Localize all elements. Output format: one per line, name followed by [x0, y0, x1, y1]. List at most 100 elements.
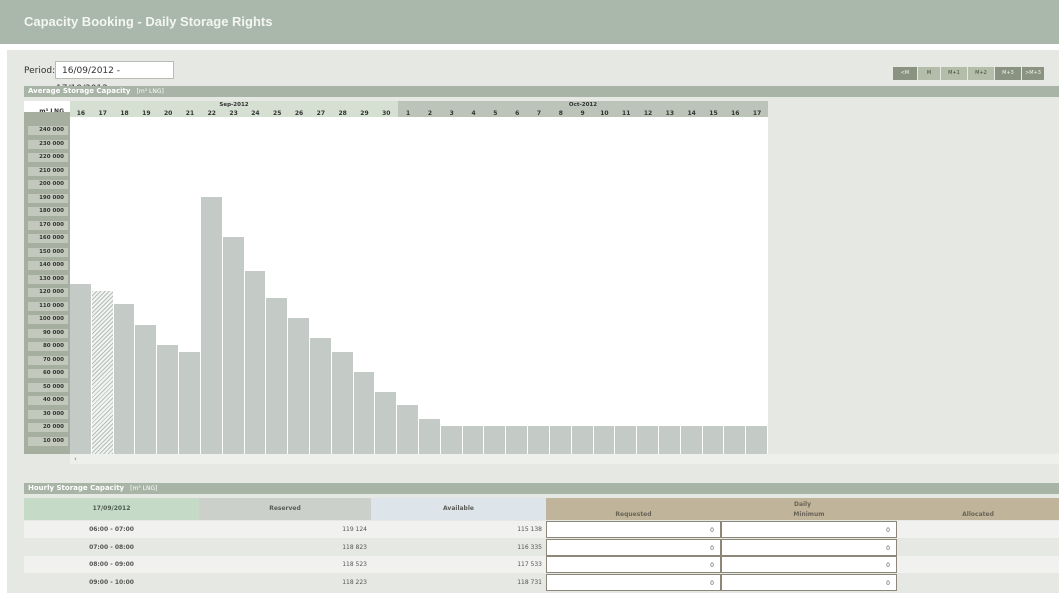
period-input[interactable]: 16/09/2012 - 17/10/2012 — [55, 61, 174, 94]
avg-capacity-title: Average Storage Capacity — [28, 87, 131, 95]
storage-bar[interactable] — [135, 324, 158, 454]
requested-header: Requested — [615, 511, 652, 518]
y-tick-label: 60 000 — [28, 369, 68, 378]
day-tick-label: 23 — [229, 110, 238, 117]
storage-bar[interactable] — [440, 425, 463, 454]
y-tick-label: 180 000 — [28, 207, 68, 216]
row-available: 116 335 — [371, 538, 546, 556]
storage-bar[interactable] — [353, 371, 376, 454]
minimum-input[interactable]: 0 — [721, 573, 897, 591]
available-header: Available — [371, 498, 546, 520]
storage-bar[interactable] — [397, 405, 419, 454]
day-tick-label: 19 — [142, 110, 151, 117]
storage-bar[interactable] — [70, 284, 92, 454]
storage-bar[interactable] — [615, 425, 638, 454]
y-tick-label: 110 000 — [28, 301, 68, 311]
storage-bar[interactable] — [462, 425, 485, 454]
day-tick-label: 25 — [273, 110, 282, 117]
y-tick-label: 160 000 — [28, 234, 68, 243]
day-tick-label: 30 — [382, 110, 391, 117]
storage-bar[interactable] — [571, 425, 594, 454]
storage-bar[interactable] — [244, 270, 267, 454]
day-tick-label: 7 — [536, 110, 542, 117]
prev-months-button[interactable]: <M — [893, 67, 917, 80]
y-tick-label: 220 000 — [28, 153, 68, 162]
storage-bar[interactable] — [113, 304, 136, 454]
requested-input[interactable]: 0 — [546, 556, 721, 573]
day-tick-label: 11 — [622, 110, 631, 117]
y-tick-label: 10 000 — [28, 436, 68, 446]
day-tick-label: 2 — [427, 110, 432, 117]
day-tick-label: 1 — [406, 110, 411, 117]
day-tick-label: 10 — [600, 110, 609, 117]
day-tick-label: 15 — [709, 110, 718, 117]
row-allocated — [897, 538, 1059, 556]
row-available: 115 138 — [371, 521, 546, 538]
storage-bar[interactable] — [375, 391, 398, 454]
y-axis-labels: 240 000 230 000 220 000 210 000 200 000 190 0… — [24, 112, 70, 454]
month-plus1-button[interactable]: M+1 — [941, 67, 967, 80]
storage-bar[interactable] — [658, 425, 681, 454]
storage-bar[interactable] — [288, 317, 310, 454]
storage-bar[interactable] — [222, 236, 245, 454]
y-tick-label: 40 000 — [28, 396, 68, 405]
hourly-capacity-title: Hourly Storage Capacity — [28, 484, 125, 492]
day-tick-label: 13 — [665, 110, 675, 117]
storage-bar[interactable] — [680, 425, 703, 454]
storage-bar[interactable] — [549, 425, 572, 454]
requested-input[interactable]: 0 — [546, 521, 721, 538]
row-available: 117 533 — [371, 556, 546, 573]
storage-bar[interactable] — [724, 425, 747, 454]
storage-bar[interactable] — [157, 344, 180, 454]
minimum-input[interactable]: 0 — [721, 521, 897, 538]
scroll-left-icon[interactable]: ‹ — [74, 454, 77, 464]
storage-bar[interactable] — [331, 351, 354, 454]
month-plus2-button[interactable]: M+2 — [968, 67, 994, 80]
day-tick-label: 16 — [76, 110, 86, 117]
requested-input[interactable]: 0 — [546, 573, 721, 591]
storage-bar[interactable] — [593, 425, 616, 454]
storage-bar[interactable] — [200, 196, 223, 454]
row-allocated — [897, 573, 1059, 591]
storage-bar[interactable] — [179, 351, 201, 454]
day-tick-label: 17 — [752, 110, 762, 117]
storage-bar[interactable] — [91, 290, 114, 454]
minimum-input[interactable]: 0 — [721, 556, 897, 573]
storage-bar[interactable] — [506, 425, 529, 454]
current-month-button[interactable]: M — [918, 67, 940, 80]
row-reserved: 118 523 — [199, 556, 371, 573]
storage-bar-chart — [70, 117, 768, 454]
day-tick-label: 5 — [493, 110, 498, 117]
row-time: 07:00 - 08:00 — [24, 538, 199, 556]
storage-bar[interactable] — [484, 425, 507, 454]
day-tick-label: 14 — [687, 110, 696, 117]
day-tick-label: 26 — [294, 110, 304, 117]
storage-bar[interactable] — [309, 338, 332, 454]
requested-input[interactable]: 0 — [546, 538, 721, 556]
daily-label: Daily — [793, 501, 812, 508]
row-reserved: 119 124 — [199, 521, 371, 538]
storage-bar[interactable] — [746, 425, 768, 454]
y-tick-label: 240 000 — [28, 126, 68, 135]
row-time: 06:00 - 07:00 — [24, 521, 199, 538]
month-label: Oct-2012 — [568, 102, 598, 108]
storage-bar[interactable] — [528, 425, 550, 454]
chart-scrollbar[interactable]: ‹ — [70, 454, 1059, 464]
y-tick-label: 30 000 — [28, 409, 68, 419]
day-tick-label: 17 — [98, 110, 107, 117]
hourly-date-header: 17/09/2012 — [24, 498, 199, 520]
row-allocated — [897, 556, 1059, 573]
later-months-button[interactable]: >M+3 — [1022, 67, 1044, 80]
storage-bar[interactable] — [419, 418, 441, 454]
month-plus3-button[interactable]: M+3 — [995, 67, 1021, 80]
day-tick-label: 28 — [338, 110, 347, 117]
minimum-input[interactable]: 0 — [721, 538, 897, 556]
day-tick-label: 6 — [515, 110, 520, 117]
y-tick-label: 80 000 — [28, 342, 68, 351]
storage-bar[interactable] — [266, 297, 289, 454]
y-tick-label: 170 000 — [28, 220, 68, 230]
allocated-header: Allocated — [962, 511, 994, 518]
storage-bar[interactable] — [702, 425, 725, 454]
avg-capacity-header: Average Storage Capacity [m³ LNG] — [24, 86, 1059, 97]
storage-bar[interactable] — [637, 425, 659, 454]
